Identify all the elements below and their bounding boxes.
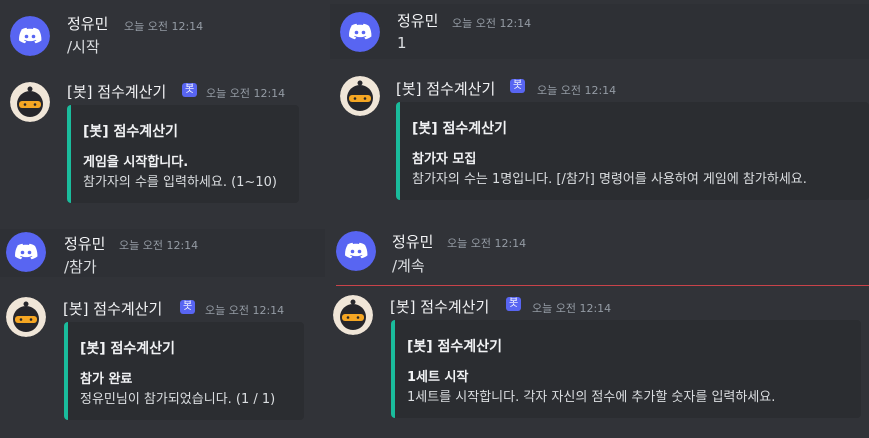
bot-name[interactable]: [봇] 점수계산기 <box>63 298 162 319</box>
bot-avatar[interactable] <box>340 76 380 116</box>
message-timestamp: 오늘 오전 12:14 <box>205 304 285 317</box>
bot-tag-badge: 봇 <box>182 83 198 97</box>
message-text: 1 <box>397 34 407 52</box>
chat-panel-1: 정유민 오늘 오전 12:14 /시작 [봇] 점수계산기 봇 오늘 오전 12… <box>0 0 330 215</box>
user-avatar[interactable] <box>6 232 46 272</box>
chat-panel-2: 정유민 오늘 오전 12:14 1 [봇] 점수계산기 봇 오늘 오전 12:1… <box>330 0 869 215</box>
ninja-avatar-icon <box>333 295 373 335</box>
message-text: /참가 <box>64 258 97 276</box>
embed-description: 정유민님이 참가되었습니다. (1 / 1) <box>80 392 276 407</box>
message-timestamp: 오늘 오전 12:14 <box>537 84 617 97</box>
bot-avatar[interactable] <box>10 82 50 122</box>
bot-avatar[interactable] <box>333 295 373 335</box>
embed-title: [봇] 점수계산기 <box>412 121 507 137</box>
new-messages-divider <box>336 285 869 286</box>
embed-description: 1세트를 시작합니다. 각자 자신의 점수에 추가할 숫자를 입력하세요. <box>407 390 776 405</box>
bot-embed: [봇] 점수계산기 참가자 모집 참가자의 수는 1명입니다. [/참가] 명령… <box>396 102 869 200</box>
embed-title: [봇] 점수계산기 <box>80 341 175 357</box>
message-timestamp: 오늘 오전 12:14 <box>532 302 612 315</box>
bot-embed: [봇] 점수계산기 게임을 시작합니다. 참가자의 수를 입력하세요. (1~1… <box>67 105 299 203</box>
embed-title: [봇] 점수계산기 <box>407 339 502 355</box>
ninja-avatar-icon <box>340 76 380 116</box>
embed-title: [봇] 점수계산기 <box>83 124 178 140</box>
embed-subtitle: 참가자 모집 <box>412 152 477 167</box>
message-timestamp: 오늘 오전 12:14 <box>206 87 286 100</box>
user-avatar[interactable] <box>336 231 376 271</box>
message-text: /시작 <box>67 38 100 56</box>
user-avatar[interactable] <box>340 12 380 52</box>
embed-subtitle: 게임을 시작합니다. <box>83 155 189 170</box>
discord-logo-icon <box>336 231 376 271</box>
discord-logo-icon <box>10 16 50 56</box>
user-avatar[interactable] <box>10 16 50 56</box>
message-text: /계속 <box>392 257 425 275</box>
user-name[interactable]: 정유민 <box>392 231 433 252</box>
bot-avatar[interactable] <box>6 297 46 337</box>
bot-embed: [봇] 점수계산기 1세트 시작 1세트를 시작합니다. 각자 자신의 점수에 … <box>391 320 861 418</box>
message-timestamp: 오늘 오전 12:14 <box>124 20 204 33</box>
message-timestamp: 오늘 오전 12:14 <box>119 239 199 252</box>
bot-tag-badge: 봇 <box>506 297 522 311</box>
user-name[interactable]: 정유민 <box>67 13 108 34</box>
embed-description: 참가자의 수는 1명입니다. [/참가] 명령어를 사용하여 게임에 참가하세요… <box>412 172 807 187</box>
bot-name[interactable]: [봇] 점수계산기 <box>396 78 495 99</box>
chat-panel-4: 정유민 오늘 오전 12:14 /계속 [봇] 점수계산기 봇 오늘 오전 12… <box>330 215 869 438</box>
ninja-avatar-icon <box>6 297 46 337</box>
bot-tag-badge: 봇 <box>180 300 196 314</box>
embed-description: 참가자의 수를 입력하세요. (1~10) <box>83 175 277 190</box>
bot-tag-badge: 봇 <box>510 79 526 93</box>
bot-embed: [봇] 점수계산기 참가 완료 정유민님이 참가되었습니다. (1 / 1) <box>64 322 304 420</box>
discord-logo-icon <box>340 12 380 52</box>
embed-subtitle: 1세트 시작 <box>407 370 469 385</box>
embed-subtitle: 참가 완료 <box>80 372 133 387</box>
ninja-avatar-icon <box>10 82 50 122</box>
user-name[interactable]: 정유민 <box>64 233 105 254</box>
message-timestamp: 오늘 오전 12:14 <box>452 17 532 30</box>
bot-name[interactable]: [봇] 점수계산기 <box>67 81 166 102</box>
user-name[interactable]: 정유민 <box>397 10 438 31</box>
discord-logo-icon <box>6 232 46 272</box>
chat-panel-3: 정유민 오늘 오전 12:14 /참가 [봇] 점수계산기 봇 오늘 오전 12… <box>0 215 330 438</box>
message-timestamp: 오늘 오전 12:14 <box>447 237 527 250</box>
bot-name[interactable]: [봇] 점수계산기 <box>390 296 489 317</box>
